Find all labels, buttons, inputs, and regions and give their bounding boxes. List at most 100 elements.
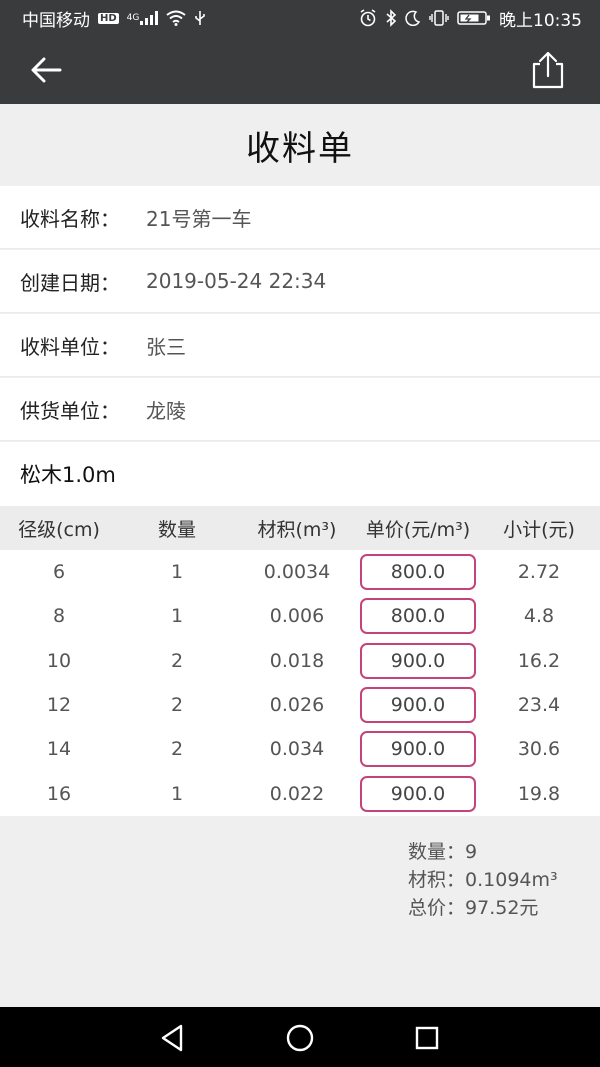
moon-icon (405, 10, 421, 26)
nav-back-button[interactable] (155, 1021, 189, 1055)
table-row: 16 1 0.022 900.0 19.8 (0, 772, 600, 816)
share-icon (532, 51, 564, 89)
signal-icon: 4G (127, 11, 159, 25)
price-cell: 800.0 (358, 598, 478, 635)
unit-price-input[interactable]: 900.0 (360, 731, 476, 768)
title-area: 收料单 (0, 104, 600, 186)
created-date-label: 创建日期： (20, 270, 120, 295)
summary: 数量：9 材积：0.1094m³ 总价：97.52元 (408, 838, 558, 922)
recents-square-icon (415, 1026, 439, 1050)
table-row: 14 2 0.034 900.0 30.6 (0, 727, 600, 771)
alarm-icon (359, 9, 377, 27)
cell-quantity: 1 (170, 782, 184, 805)
info-row-supplier: 供货单位： 龙陵 (0, 378, 600, 441)
table-header: 径级(cm) 数量 材积(m³) 单价(元/m³) 小计(元) (0, 506, 600, 550)
price-cell: 900.0 (358, 642, 478, 679)
back-button[interactable] (28, 54, 64, 86)
status-time: 晚上10:35 (499, 10, 582, 31)
material-section-title: 松木1.0m (0, 442, 600, 506)
table-body: 6 1 0.0034 800.0 2.72 8 1 0.006 800.0 4.… (0, 550, 600, 816)
cell-quantity: 2 (170, 649, 184, 672)
header-unit-price: 单价(元/m³) (365, 518, 471, 541)
receiving-unit-value: 张三 (146, 334, 186, 359)
header-subtotal: 小计(元) (503, 518, 575, 541)
unit-price-input[interactable]: 900.0 (360, 775, 476, 812)
summary-quantity: 数量：9 (408, 838, 558, 866)
wifi-icon (166, 10, 186, 26)
cell-quantity: 2 (170, 694, 184, 717)
status-bar-left: 中国移动 HD 4G (22, 6, 206, 31)
cell-diameter: 14 (46, 738, 72, 761)
cell-subtotal: 2.72 (517, 561, 561, 584)
cell-diameter: 12 (46, 694, 72, 717)
supplier-label: 供货单位： (20, 398, 120, 423)
unit-price-input[interactable]: 900.0 (360, 687, 476, 724)
carrier-name: 中国移动 (22, 10, 90, 31)
unit-price-input[interactable]: 900.0 (360, 642, 476, 679)
summary-quantity-label: 数量： (408, 841, 466, 863)
header-diameter: 径级(cm) (18, 518, 100, 541)
cell-diameter: 16 (46, 782, 72, 805)
price-cell: 800.0 (358, 554, 478, 591)
cell-quantity: 2 (170, 738, 184, 761)
usb-icon (194, 10, 206, 26)
cell-quantity: 1 (170, 561, 184, 584)
price-cell: 900.0 (358, 731, 478, 768)
summary-volume: 材积：0.1094m³ (408, 866, 558, 894)
back-triangle-icon (161, 1024, 183, 1052)
summary-volume-value: 0.1094m³ (465, 869, 558, 891)
table-row: 8 1 0.006 800.0 4.8 (0, 594, 600, 638)
unit-price-input[interactable]: 800.0 (360, 598, 476, 635)
home-circle-icon (286, 1024, 314, 1052)
cell-subtotal: 23.4 (517, 694, 561, 717)
info-row-created-date: 创建日期： 2019-05-24 22:34 (0, 250, 600, 313)
table-row: 6 1 0.0034 800.0 2.72 (0, 550, 600, 594)
table-row: 10 2 0.018 900.0 16.2 (0, 639, 600, 683)
material-name: 松木1.0m (20, 463, 116, 487)
supplier-value: 龙陵 (146, 398, 186, 423)
battery-icon (457, 10, 491, 26)
receipt-name-value: 21号第一车 (146, 206, 252, 231)
cell-diameter: 8 (52, 605, 66, 628)
cell-subtotal: 16.2 (517, 649, 561, 672)
nav-recents-button[interactable] (410, 1021, 444, 1055)
share-button[interactable] (528, 50, 568, 90)
app-bar (0, 36, 600, 104)
summary-volume-label: 材积： (408, 869, 466, 891)
status-bar: 中国移动 HD 4G 晚上10:35 (0, 0, 600, 36)
info-row-receipt-name: 收料名称： 21号第一车 (0, 186, 600, 249)
summary-total: 总价：97.52元 (408, 894, 558, 922)
nav-home-button[interactable] (283, 1021, 317, 1055)
receipt-name-label: 收料名称： (20, 206, 120, 231)
network-type: 4G (126, 13, 140, 23)
cell-volume: 0.022 (269, 782, 325, 805)
arrow-left-icon (31, 57, 62, 83)
cell-volume: 0.034 (269, 738, 325, 761)
cell-subtotal: 4.8 (523, 605, 555, 628)
cell-diameter: 10 (46, 649, 72, 672)
price-cell: 900.0 (358, 687, 478, 724)
receiving-unit-label: 收料单位： (20, 334, 120, 359)
table-row: 12 2 0.026 900.0 23.4 (0, 683, 600, 727)
cell-volume: 0.0034 (263, 561, 331, 584)
price-cell: 900.0 (358, 775, 478, 812)
created-date-value: 2019-05-24 22:34 (146, 269, 327, 293)
cell-volume: 0.006 (269, 605, 325, 628)
bluetooth-icon (385, 9, 397, 27)
system-nav-bar (0, 1007, 600, 1067)
cell-diameter: 6 (52, 561, 66, 584)
header-quantity: 数量 (157, 518, 196, 541)
info-row-receiving-unit: 收料单位： 张三 (0, 314, 600, 377)
page-title: 收料单 (246, 128, 354, 169)
summary-total-value: 97.52元 (465, 897, 539, 919)
status-bar-right: 晚上10:35 (359, 6, 582, 31)
vibrate-icon (429, 10, 449, 26)
summary-quantity-value: 9 (465, 841, 478, 863)
cell-quantity: 1 (170, 605, 184, 628)
unit-price-input[interactable]: 800.0 (360, 554, 476, 591)
summary-total-label: 总价： (408, 897, 466, 919)
hd-badge: HD (98, 12, 119, 24)
cell-volume: 0.026 (269, 694, 325, 717)
cell-volume: 0.018 (269, 649, 325, 672)
cell-subtotal: 19.8 (517, 782, 561, 805)
